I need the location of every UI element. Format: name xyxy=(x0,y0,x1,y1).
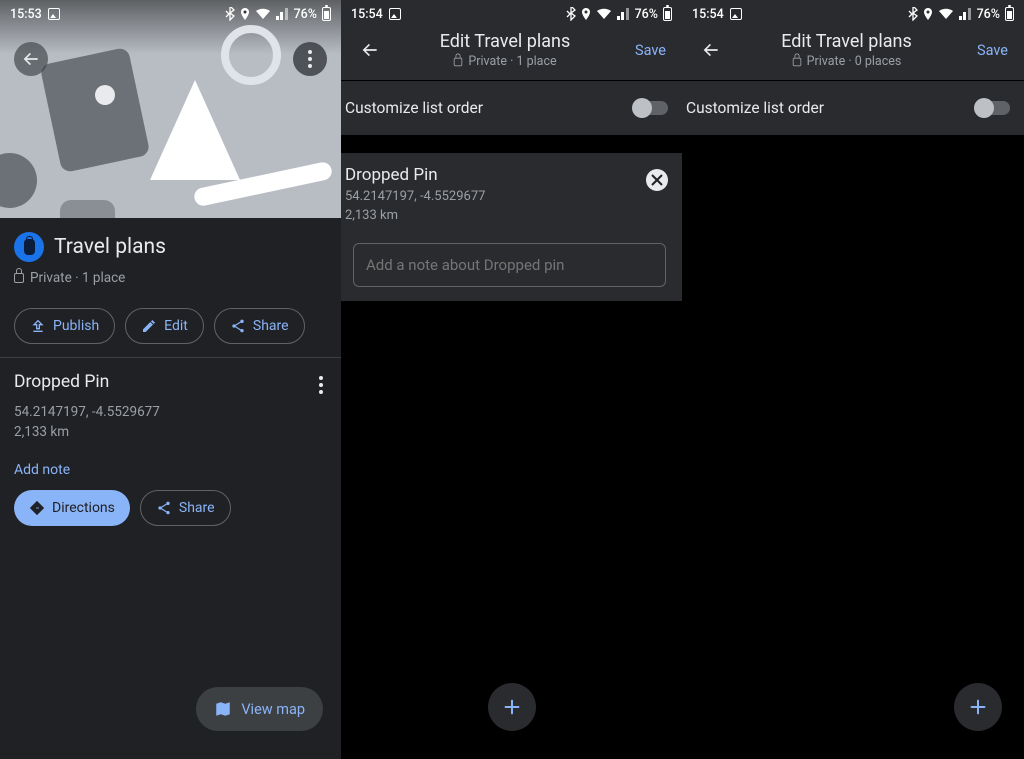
close-icon xyxy=(651,174,663,186)
list-privacy-info: Private · 1 place xyxy=(14,270,327,286)
place-distance: 2,133 km xyxy=(345,208,668,223)
page-title: Edit Travel plans xyxy=(716,31,977,52)
lock-icon xyxy=(14,273,24,283)
more-vert-icon xyxy=(319,376,323,394)
plus-icon xyxy=(501,696,523,718)
bluetooth-icon xyxy=(908,7,918,21)
arrow-left-icon xyxy=(21,49,41,69)
map-icon xyxy=(214,700,232,718)
screenshot-icon xyxy=(389,8,401,20)
status-time: 15:54 xyxy=(351,7,383,22)
battery-percent: 76% xyxy=(977,7,1000,22)
save-button[interactable]: Save xyxy=(977,42,1010,59)
place-title: Dropped Pin xyxy=(345,165,668,185)
directions-icon xyxy=(29,500,45,516)
battery-percent: 76% xyxy=(635,7,658,22)
place-coordinates: 54.2147197, -4.5529677 xyxy=(345,189,668,204)
place-more-button[interactable] xyxy=(315,372,327,398)
view-map-button[interactable]: View map xyxy=(196,687,323,731)
status-bar: 15:54 76% xyxy=(341,0,682,28)
plus-icon xyxy=(967,696,989,718)
add-note-button[interactable]: Add note xyxy=(14,462,327,478)
customize-toggle[interactable] xyxy=(634,101,668,115)
location-icon xyxy=(580,7,592,21)
add-place-fab[interactable] xyxy=(954,683,1002,731)
location-icon xyxy=(922,7,934,21)
list-title: Travel plans xyxy=(54,235,166,259)
page-subtitle: Private · 1 place xyxy=(375,54,635,69)
place-item[interactable]: Dropped Pin 54.2147197, -4.5529677 2,133… xyxy=(14,372,327,478)
add-place-fab[interactable] xyxy=(488,683,536,731)
lock-icon xyxy=(454,57,463,66)
remove-place-button[interactable] xyxy=(646,169,668,191)
wifi-icon xyxy=(938,8,954,20)
edit-header: 15:54 76% Edit Travel plans Private · 0 … xyxy=(682,0,1024,80)
battery-icon xyxy=(663,7,672,21)
customize-toggle[interactable] xyxy=(976,101,1010,115)
place-distance: 2,133 km xyxy=(14,424,327,440)
divider xyxy=(0,357,341,358)
place-share-button[interactable]: Share xyxy=(140,490,231,526)
more-options-button[interactable] xyxy=(293,42,327,76)
status-bar: 15:54 76% xyxy=(682,0,1024,28)
wifi-icon xyxy=(596,8,612,20)
bluetooth-icon xyxy=(566,7,576,21)
place-coordinates: 54.2147197, -4.5529677 xyxy=(14,404,327,420)
edit-header: 15:54 76% Edit Travel plans Private · 1 … xyxy=(341,0,682,80)
page-title: Edit Travel plans xyxy=(375,31,635,52)
status-bar: 15:53 76% xyxy=(0,0,341,28)
lock-icon xyxy=(792,57,801,66)
list-hero-image xyxy=(0,0,341,218)
wifi-icon xyxy=(255,8,271,20)
place-title: Dropped Pin xyxy=(14,372,109,392)
back-button[interactable] xyxy=(14,42,48,76)
note-input[interactable] xyxy=(353,243,666,287)
publish-icon xyxy=(30,318,46,334)
screenshot-icon xyxy=(730,8,742,20)
battery-icon xyxy=(1005,7,1014,21)
battery-percent: 76% xyxy=(294,7,317,22)
edit-button[interactable]: Edit xyxy=(125,308,204,344)
customize-order-row[interactable]: Customize list order xyxy=(341,81,682,135)
directions-button[interactable]: Directions xyxy=(14,490,130,526)
publish-button[interactable]: Publish xyxy=(14,308,115,344)
save-button[interactable]: Save xyxy=(635,42,668,59)
more-vert-icon xyxy=(308,50,312,68)
status-time: 15:54 xyxy=(692,7,724,22)
pencil-icon xyxy=(141,318,157,334)
status-time: 15:53 xyxy=(10,7,42,22)
customize-order-row[interactable]: Customize list order xyxy=(682,81,1024,135)
place-edit-card: Dropped Pin 54.2147197, -4.5529677 2,133… xyxy=(341,153,682,301)
share-icon xyxy=(156,500,172,516)
share-button[interactable]: Share xyxy=(214,308,305,344)
signal-icon xyxy=(275,8,289,20)
location-icon xyxy=(239,7,251,21)
battery-icon xyxy=(322,7,331,21)
screenshot-icon xyxy=(48,8,60,20)
signal-icon xyxy=(616,8,630,20)
share-icon xyxy=(230,318,246,334)
page-subtitle: Private · 0 places xyxy=(716,54,977,69)
signal-icon xyxy=(958,8,972,20)
list-icon-badge xyxy=(14,232,44,262)
bluetooth-icon xyxy=(225,7,235,21)
